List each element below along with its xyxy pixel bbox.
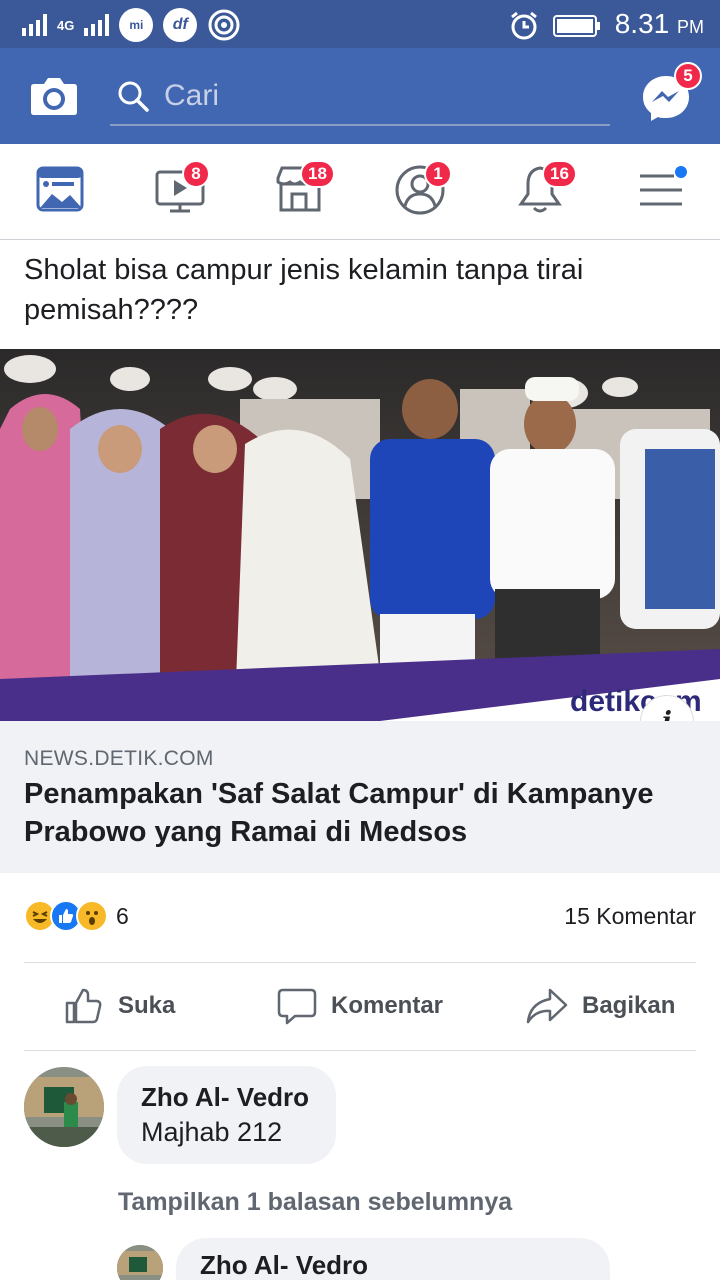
- like-label: Suka: [118, 992, 176, 1019]
- df-app-icon: df: [163, 8, 198, 42]
- nav-tabs: 8 18 1 16: [0, 144, 720, 240]
- tab-notifications[interactable]: 16: [512, 160, 577, 222]
- news-feed-icon: [36, 166, 84, 212]
- link-title[interactable]: Penampakan 'Saf Salat Campur' di Kampany…: [24, 775, 704, 851]
- video-badge: 8: [182, 160, 210, 188]
- battery-icon: [552, 14, 600, 37]
- reply-avatar[interactable]: [117, 1245, 163, 1280]
- notifications-badge: 16: [542, 160, 577, 188]
- menu-icon: [640, 166, 687, 206]
- camera-icon: [31, 78, 77, 115]
- search-input[interactable]: [164, 79, 584, 113]
- tab-marketplace[interactable]: 18: [272, 160, 335, 222]
- reply-bubble[interactable]: Zho Al- Vedro: [176, 1238, 610, 1280]
- wow-icon: [76, 900, 108, 932]
- mi-app-icon: mi: [119, 8, 154, 42]
- tab-watch[interactable]: 8: [152, 160, 212, 222]
- comment-text: Majhab 212: [141, 1117, 283, 1147]
- tab-menu[interactable]: [634, 162, 694, 222]
- signal-icon: [22, 14, 47, 36]
- link-domain: NEWS.DETIK.COM: [24, 747, 214, 770]
- search-bar[interactable]: [110, 68, 610, 126]
- divider: [24, 962, 696, 963]
- camera-button[interactable]: [28, 70, 80, 122]
- clock: 8.31 PM: [614, 8, 704, 39]
- friends-badge: 1: [424, 160, 452, 188]
- hotspot-icon: [208, 9, 240, 41]
- share-button[interactable]: Bagikan: [526, 984, 675, 1028]
- comment-bubble[interactable]: Zho Al- Vedro Majhab 212: [117, 1066, 336, 1164]
- messenger-button[interactable]: 5: [640, 62, 702, 124]
- comment-button[interactable]: Komentar: [277, 984, 443, 1028]
- thumbs-up-icon: [65, 988, 102, 1024]
- reaction-count: 6: [116, 902, 129, 929]
- post-text: Sholat bisa campur jenis kelamin tanpa t…: [24, 254, 584, 326]
- reactions-summary[interactable]: 6: [24, 900, 129, 932]
- comment-label: Komentar: [331, 992, 444, 1019]
- status-right: 8.31 PM: [509, 6, 704, 45]
- prayer-photo: detikcom: [0, 349, 720, 721]
- tab-friends[interactable]: 1: [392, 160, 452, 222]
- avatar[interactable]: [24, 1067, 104, 1147]
- comment-count[interactable]: 15 Komentar: [564, 903, 696, 930]
- divider: [24, 1050, 696, 1051]
- status-bar: 4G mi df 8.31 PM: [0, 0, 720, 48]
- link-preview[interactable]: NEWS.DETIK.COM Penampakan 'Saf Salat Cam…: [0, 721, 720, 873]
- network-type-label: 4G: [57, 17, 75, 33]
- reply-name[interactable]: Zho Al- Vedro: [200, 1250, 586, 1280]
- like-button[interactable]: Suka: [64, 984, 175, 1028]
- comment-icon: [277, 988, 317, 1025]
- alarm-icon: [510, 11, 537, 39]
- search-icon: [118, 81, 149, 112]
- view-previous-replies-link[interactable]: Tampilkan 1 balasan sebelumnya: [118, 1188, 512, 1217]
- top-bar: 5: [0, 48, 720, 144]
- share-icon: [526, 988, 568, 1024]
- post-image[interactable]: detikcom: [0, 349, 720, 721]
- marketplace-badge: 18: [300, 160, 335, 188]
- signal-icon-sim2: [84, 14, 110, 36]
- status-left: 4G mi df: [22, 8, 241, 42]
- commenter-name[interactable]: Zho Al- Vedro: [141, 1082, 312, 1113]
- tab-news-feed[interactable]: [32, 162, 92, 222]
- share-label: Bagikan: [582, 992, 676, 1019]
- messenger-badge: 5: [674, 62, 702, 90]
